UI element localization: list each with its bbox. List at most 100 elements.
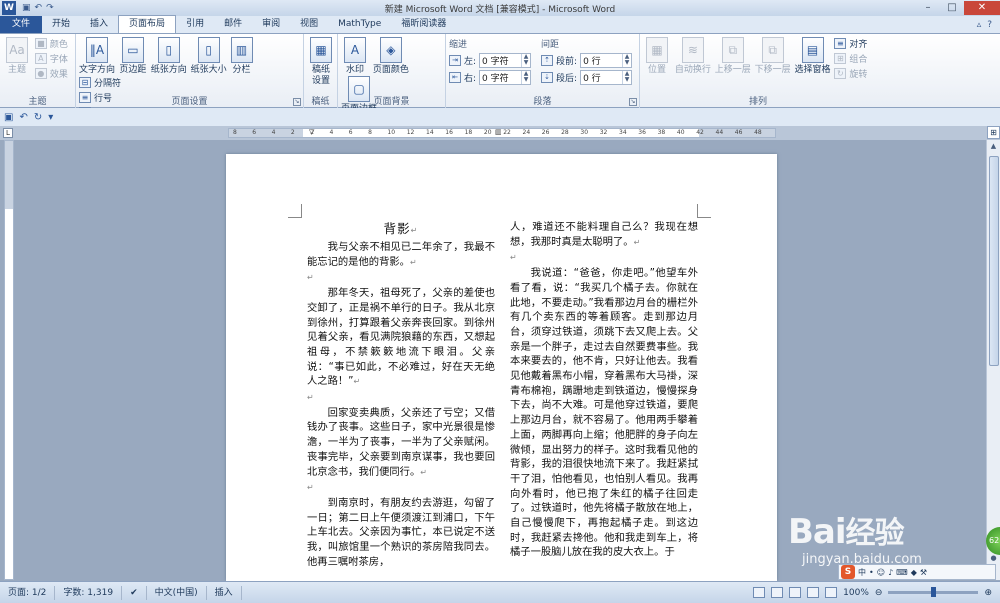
spacing-after-input[interactable]: 0 行 ▲ ▼ <box>580 70 633 85</box>
margins-button[interactable]: ▭ 页边距 <box>119 37 147 76</box>
indent-left-input[interactable]: 0 字符 ▲ ▼ <box>479 53 532 68</box>
full-screen-reading-icon[interactable] <box>771 587 784 598</box>
ime-voice-icon[interactable]: ♪ <box>888 568 893 577</box>
spin-arrows-icon[interactable]: ▲ ▼ <box>622 71 631 84</box>
group-button[interactable]: ⊞ 组合 <box>834 52 867 65</box>
document-page[interactable]: 背影↵ 我与父亲不相见已二年余了，我最不能忘记的是他的背影。↵ ↵ 那年冬天，祖… <box>226 154 777 581</box>
status-insert-mode[interactable]: 插入 <box>207 585 242 600</box>
first-line-indent-icon[interactable]: ▽ <box>309 129 314 136</box>
minimize-ribbon-icon[interactable]: ▵ <box>977 20 982 30</box>
scrollbar-thumb[interactable] <box>989 156 999 366</box>
draft-view-icon[interactable] <box>825 587 838 598</box>
position-button[interactable]: ▦ 位置 <box>643 37 671 76</box>
watermark-button[interactable]: A 水印 <box>341 37 369 76</box>
status-word-count[interactable]: 字数: 1,319 <box>55 585 123 600</box>
breaks-button[interactable]: ⊟ 分隔符 <box>79 76 121 89</box>
undo-icon[interactable]: ↶ <box>19 112 27 123</box>
view-ruler-icon[interactable]: ⊞ <box>987 126 1000 139</box>
tab-file[interactable]: 文件 <box>0 16 43 33</box>
tab-selector-icon[interactable]: L <box>3 128 13 138</box>
undo-icon[interactable]: ↶ <box>35 3 43 13</box>
vertical-ruler[interactable] <box>4 140 14 580</box>
zoom-slider[interactable] <box>888 587 979 597</box>
status-bar: 页面: 1/2 字数: 1,319 ✔ 中文(中国) 插入 100% ⊖ ⊕ <box>0 581 1000 603</box>
page-color-button[interactable]: ◈ 页面颜色 <box>373 37 409 76</box>
tab-mathtype[interactable]: MathType <box>328 16 391 33</box>
bring-forward-button[interactable]: ⧉ 上移一层 <box>715 37 751 76</box>
tab-view[interactable]: 视图 <box>290 16 328 33</box>
sogou-ime-icon[interactable]: S <box>841 565 855 579</box>
spin-arrows-icon[interactable]: ▲ ▼ <box>521 71 530 84</box>
ime-tools-icon[interactable]: ⚒ <box>920 568 927 577</box>
paper-size-button[interactable]: ▯ 纸张大小 <box>191 37 227 76</box>
theme-fonts-button[interactable]: A 字体 <box>34 52 68 65</box>
selection-pane-button[interactable]: ▤ 选择窗格 <box>795 37 831 76</box>
vertical-scrollbar[interactable]: ⊞ ▲ ▲ ● ▼ <box>986 126 1000 580</box>
maximize-icon[interactable]: □ <box>940 1 964 15</box>
indent-right-input[interactable]: 0 字符 ▲ ▼ <box>479 70 532 85</box>
close-icon[interactable]: ✕ <box>964 1 1000 15</box>
save-icon[interactable]: ▣ <box>4 112 13 123</box>
zoom-slider-knob[interactable] <box>931 587 937 597</box>
horizontal-ruler[interactable]: 8 6 4 2 2 4 6 8 10 12 14 16 18 20 22 24 26 28 30 32 34 36 38 40… <box>228 128 776 138</box>
status-page-count[interactable]: 页面: 1/2 <box>0 585 56 600</box>
web-layout-icon[interactable] <box>789 587 802 598</box>
rotate-icon: ↻ <box>834 68 847 79</box>
ruler-tick-label: 4 <box>329 129 334 136</box>
spin-arrows-icon[interactable]: ▲ ▼ <box>622 54 631 67</box>
ruler-tick-label: 4 <box>271 129 276 136</box>
print-layout-view-icon[interactable] <box>753 587 766 598</box>
status-proofing-icon[interactable]: ✔ <box>122 585 147 600</box>
word-app-icon[interactable]: W <box>2 1 16 15</box>
draft-paper-button[interactable]: ▦ 稿纸 设置 <box>307 37 335 87</box>
document-column-left[interactable]: 背影↵ 我与父亲不相见已二年余了，我最不能忘记的是他的背影。↵ ↵ 那年冬天，祖… <box>307 220 495 569</box>
page-setup-launcher-icon[interactable]: ↘ <box>293 98 301 106</box>
paragraph: 人，难道还不能料理自己么？我现在想想，我那时真是太聪明了。↵ <box>510 221 698 248</box>
help-icon[interactable]: ? <box>987 20 992 30</box>
scroll-up-icon[interactable]: ▲ <box>987 140 1000 152</box>
wrap-text-button[interactable]: ≋ 自动换行 <box>675 37 711 76</box>
status-language[interactable]: 中文(中国) <box>147 585 207 600</box>
zoom-out-icon[interactable]: ⊖ <box>875 588 883 598</box>
ime-punct-icon[interactable]: • <box>869 568 874 577</box>
minimize-icon[interactable]: – <box>916 1 940 15</box>
tab-insert[interactable]: 插入 <box>80 16 118 33</box>
theme-effects-button[interactable]: ● 效果 <box>34 67 68 80</box>
send-backward-button[interactable]: ⧉ 下移一层 <box>755 37 791 76</box>
theme-colors-button[interactable]: ■ 颜色 <box>34 37 68 50</box>
columns-button[interactable]: ▥ 分栏 <box>230 37 253 76</box>
ime-skin-icon[interactable]: ◆ <box>911 568 917 577</box>
redo-icon[interactable]: ↻ <box>34 112 42 123</box>
indent-right-icon: ⇤ <box>449 72 461 83</box>
save-icon[interactable]: ▣ <box>22 3 31 13</box>
ime-emoji-icon[interactable]: ☺ <box>877 568 885 577</box>
zoom-in-icon[interactable]: ⊕ <box>984 588 992 598</box>
spin-arrows-icon[interactable]: ▲ ▼ <box>521 54 530 67</box>
vertical-ruler-top-margin <box>5 141 13 209</box>
customize-qat-icon[interactable]: ▾ <box>48 112 53 123</box>
tab-references[interactable]: 引用 <box>176 16 214 33</box>
tab-review[interactable]: 审阅 <box>252 16 290 33</box>
orientation-button[interactable]: ▯ 纸张方向 <box>151 37 187 76</box>
group-label-arrange: 排列 <box>748 97 767 107</box>
tab-page-layout[interactable]: 页面布局 <box>118 15 177 33</box>
ruler-tick-label: 38 <box>657 129 666 136</box>
ruler-tick-label: 8 <box>233 129 237 136</box>
themes-button[interactable]: Aa 主题 <box>3 37 31 76</box>
tab-home[interactable]: 开始 <box>42 16 80 33</box>
tab-foxit-reader[interactable]: 福昕阅读器 <box>391 16 456 33</box>
text-direction-button[interactable]: ‖A 文字方向 <box>79 37 115 76</box>
ime-mode-icon[interactable]: 中 <box>858 567 866 578</box>
tab-mailings[interactable]: 邮件 <box>214 16 252 33</box>
paragraph: 我与父亲不相见已二年余了，我最不能忘记的是他的背影。↵ <box>307 241 495 268</box>
ime-keyboard-icon[interactable]: ⌨ <box>896 568 908 577</box>
paragraph-launcher-icon[interactable]: ↘ <box>629 98 637 106</box>
spacing-before-input[interactable]: 0 行 ▲ ▼ <box>580 53 633 68</box>
rotate-button[interactable]: ↻ 旋转 <box>834 67 867 80</box>
redo-icon[interactable]: ↷ <box>46 3 54 13</box>
column-marker-icon[interactable]: ▥ <box>495 129 502 136</box>
zoom-percent[interactable]: 100% <box>843 588 869 598</box>
document-column-right[interactable]: 人，难道还不能料理自己么？我现在想想，我那时真是太聪明了。↵ ↵ 我说道：“爸爸… <box>510 220 698 560</box>
align-button[interactable]: ≡ 对齐 <box>834 37 867 50</box>
outline-view-icon[interactable] <box>807 587 820 598</box>
